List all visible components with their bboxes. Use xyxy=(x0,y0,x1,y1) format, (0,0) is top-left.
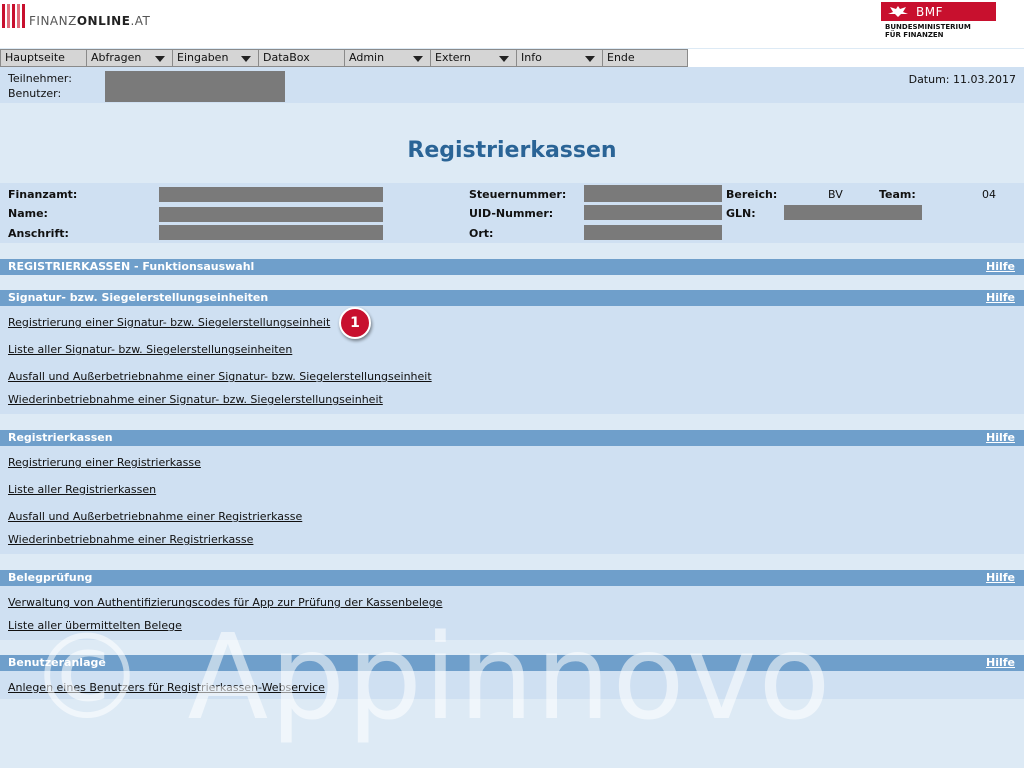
redacted-name xyxy=(159,207,383,222)
finanzonline-logo[interactable]: FINANZONLINE.AT xyxy=(2,4,150,28)
redacted-gln xyxy=(784,205,922,220)
redacted-steuernummer xyxy=(584,185,722,202)
chevron-down-icon xyxy=(585,56,595,62)
team-value: 04 xyxy=(982,188,996,201)
gln-label: GLN: xyxy=(726,207,756,220)
section-header-registrierkassen: Registrierkassen Hilfe xyxy=(0,430,1024,446)
section-header-signatur: Signatur- bzw. Siegelerstellungseinheite… xyxy=(0,290,1024,306)
menu-bar: Hauptseite Abfragen Eingaben DataBox Adm… xyxy=(0,49,1024,67)
bmf-label: BMF xyxy=(916,4,943,19)
redacted-anschrift xyxy=(159,225,383,240)
section-title: Signatur- bzw. Siegelerstellungseinheite… xyxy=(8,291,269,304)
menu-ende[interactable]: Ende xyxy=(602,49,688,67)
help-link[interactable]: Hilfe xyxy=(986,430,1015,446)
menu-abfragen[interactable]: Abfragen xyxy=(86,49,172,67)
name-label: Name: xyxy=(8,207,48,220)
bmf-logo: BMF BUNDESMINISTERIUM FÜR FINANZEN xyxy=(881,2,996,39)
link-list-receipts[interactable]: Liste aller übermittelten Belege xyxy=(8,619,182,632)
help-link[interactable]: Hilfe xyxy=(986,259,1015,275)
date-display: Datum: 11.03.2017 xyxy=(908,73,1016,86)
eagle-icon xyxy=(888,6,908,17)
participant-panel: Teilnehmer: Benutzer: Datum: 11.03.2017 xyxy=(0,67,1024,103)
user-label: Benutzer: xyxy=(8,87,62,100)
link-list-signature-units[interactable]: Liste aller Signatur- bzw. Siegelerstell… xyxy=(8,343,292,356)
redacted-finanzamt xyxy=(159,187,383,202)
redacted-participant xyxy=(105,71,285,102)
help-link[interactable]: Hilfe xyxy=(986,655,1015,671)
menu-databox[interactable]: DataBox xyxy=(258,49,344,67)
chevron-down-icon xyxy=(155,56,165,62)
section-title: Benutzeranlage xyxy=(8,656,106,669)
anschrift-label: Anschrift: xyxy=(8,227,69,240)
link-create-webservice-user[interactable]: Anlegen eines Benutzers für Registrierka… xyxy=(8,681,325,694)
link-recommission-cash-register[interactable]: Wiederinbetriebnahme einer Registrierkas… xyxy=(8,533,253,546)
steuernummer-label: Steuernummer: xyxy=(469,188,567,201)
link-auth-codes[interactable]: Verwaltung von Authentifizierungscodes f… xyxy=(8,596,442,609)
uid-label: UID-Nummer: xyxy=(469,207,554,220)
chevron-down-icon xyxy=(499,56,509,62)
help-link[interactable]: Hilfe xyxy=(986,570,1015,586)
bmf-logo-bar: BMF xyxy=(881,2,996,21)
link-decommission-cash-register[interactable]: Ausfall und Außerbetriebnahme einer Regi… xyxy=(8,510,302,523)
section-header-benutzeranlage: Benutzeranlage Hilfe xyxy=(0,655,1024,671)
menu-admin[interactable]: Admin xyxy=(344,49,430,67)
section-title: REGISTRIERKASSEN - Funktionsauswahl xyxy=(8,260,255,273)
menu-extern[interactable]: Extern xyxy=(430,49,516,67)
link-register-cash-register[interactable]: Registrierung einer Registrierkasse xyxy=(8,456,201,469)
participant-label: Teilnehmer: xyxy=(8,72,72,85)
page-title: Registrierkassen xyxy=(407,138,617,163)
menu-hauptseite[interactable]: Hauptseite xyxy=(0,49,86,67)
link-recommission-signature-unit[interactable]: Wiederinbetriebnahme einer Signatur- bzw… xyxy=(8,393,383,406)
menu-eingaben[interactable]: Eingaben xyxy=(172,49,258,67)
section-header-belegpruefung: Belegprüfung Hilfe xyxy=(0,570,1024,586)
section-title: Belegprüfung xyxy=(8,571,93,584)
step-badge: 1 xyxy=(339,307,371,339)
link-decommission-signature-unit[interactable]: Ausfall und Außerbetriebnahme einer Sign… xyxy=(8,370,432,383)
chevron-down-icon xyxy=(241,56,251,62)
section-header-funktionsauswahl: REGISTRIERKASSEN - Funktionsauswahl Hilf… xyxy=(0,259,1024,275)
main-menu: Hauptseite Abfragen Eingaben DataBox Adm… xyxy=(0,49,688,67)
bmf-subtitle: BUNDESMINISTERIUM FÜR FINANZEN xyxy=(885,23,971,39)
redacted-uid xyxy=(584,205,722,220)
section-title: Registrierkassen xyxy=(8,431,113,444)
team-label: Team: xyxy=(879,188,916,201)
bereich-label: Bereich: xyxy=(726,188,778,201)
menu-info[interactable]: Info xyxy=(516,49,602,67)
taxpayer-info-panel: Finanzamt: Name: Anschrift: Steuernummer… xyxy=(0,183,1024,243)
chevron-down-icon xyxy=(413,56,423,62)
finanzamt-label: Finanzamt: xyxy=(8,188,78,201)
bereich-value: BV xyxy=(828,188,843,201)
redacted-ort xyxy=(584,225,722,240)
top-header: FINANZONLINE.AT BMF BUNDESMINISTERIUM FÜ… xyxy=(0,0,1024,48)
help-link[interactable]: Hilfe xyxy=(986,290,1015,306)
link-list-cash-registers[interactable]: Liste aller Registrierkassen xyxy=(8,483,156,496)
finanzonline-logo-text: FINANZONLINE.AT xyxy=(29,14,151,28)
ort-label: Ort: xyxy=(469,227,494,240)
link-register-signature-unit[interactable]: Registrierung einer Signatur- bzw. Siege… xyxy=(8,316,330,329)
finanzonline-logo-icon xyxy=(2,4,26,28)
